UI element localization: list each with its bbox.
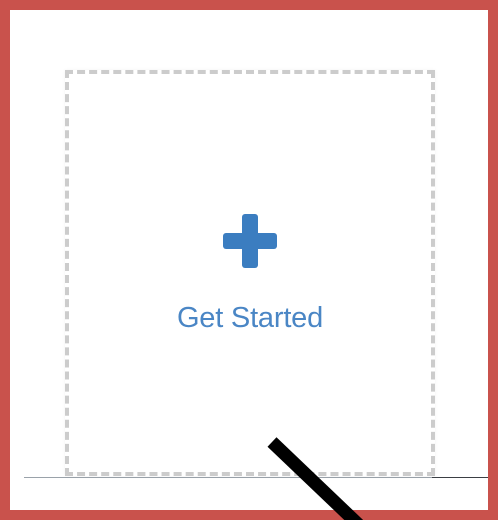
screenshot-stage: Get Started xyxy=(0,0,498,520)
divider-line xyxy=(24,477,498,478)
get-started-card[interactable]: Get Started xyxy=(65,70,435,476)
plus-icon xyxy=(223,214,277,268)
get-started-label: Get Started xyxy=(176,302,324,334)
divider-line-dark xyxy=(432,477,498,478)
